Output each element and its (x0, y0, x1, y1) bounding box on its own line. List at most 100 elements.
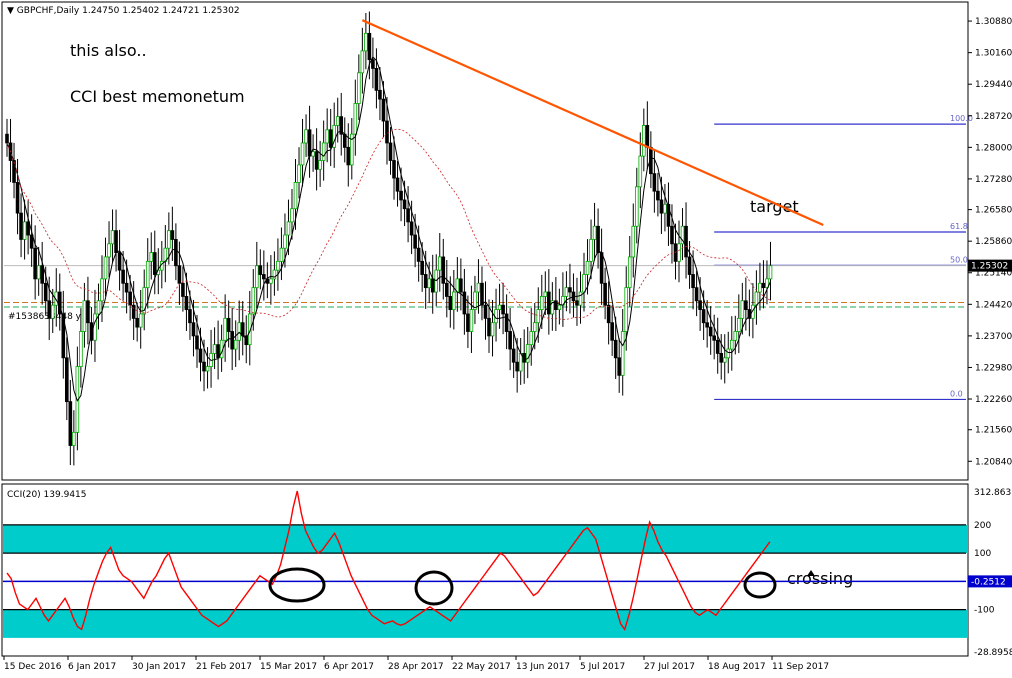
annotation-this-also: this also.. (70, 41, 147, 60)
x-tick-label: 13 Jun 2017 (516, 662, 570, 672)
candle-body (177, 265, 182, 284)
candle-body (381, 98, 386, 122)
highlight-ellipse (268, 567, 326, 603)
last-price-label: 1.25302 (971, 262, 1008, 272)
candle-body (744, 300, 748, 310)
candle-body (437, 256, 442, 271)
candle-body (360, 50, 365, 74)
candle-body (65, 357, 69, 403)
candle-body (645, 125, 650, 148)
candle-body (670, 225, 674, 245)
candle-body (297, 164, 301, 183)
candle-body (50, 304, 55, 319)
candle-body (191, 322, 196, 337)
candle-body (276, 260, 280, 271)
candle-body (610, 322, 614, 341)
candle-body (416, 247, 421, 262)
price-tick-label: 1.30880 (975, 17, 1012, 27)
candle-body (687, 256, 692, 275)
price-tick-label: 1.29440 (975, 80, 1012, 90)
candle-body (300, 142, 305, 166)
x-tick-label: 6 Jan 2017 (68, 662, 116, 672)
candle-body (364, 32, 368, 52)
price-tick-label: 1.22980 (975, 363, 1012, 373)
dropdown-arrow-icon[interactable]: ▼ (7, 6, 14, 16)
candle-body (251, 287, 256, 315)
candle-body (19, 212, 23, 240)
candle-body (152, 252, 157, 275)
candle-body (286, 221, 291, 236)
candle-body (117, 252, 122, 271)
candle-body (719, 353, 724, 363)
candle-body (656, 190, 660, 201)
candle-body (145, 260, 150, 289)
price-tick-label: 1.27280 (975, 175, 1012, 185)
cci-max-label: 312.8637 (974, 488, 1012, 498)
candle-body (371, 59, 375, 69)
candle-body (367, 32, 372, 61)
candle-body (413, 234, 417, 249)
candle-body (620, 331, 625, 376)
candle-body (754, 291, 759, 306)
candle-body (715, 339, 720, 354)
candle-body (684, 225, 688, 258)
cci-oversold-band (3, 609, 968, 638)
candle-body (592, 225, 597, 240)
annotation-crossing: crossing (787, 569, 853, 588)
candle-body (233, 339, 238, 350)
candle-body (202, 361, 206, 372)
candle-body (638, 155, 643, 188)
candle-body (36, 265, 41, 280)
candle-body (606, 304, 611, 324)
candle-body (240, 322, 245, 337)
candle-body (283, 234, 287, 249)
candle-body (170, 230, 175, 240)
candle-body (167, 230, 171, 249)
candle-body (128, 291, 132, 306)
candle-body (582, 274, 586, 293)
candle-body (691, 274, 695, 289)
candle-body (223, 317, 227, 341)
candle-body (740, 300, 745, 319)
candle-body (659, 199, 664, 214)
candle-body (532, 322, 537, 332)
candle-body (290, 208, 294, 223)
candle-body (103, 256, 108, 280)
candle-body (279, 247, 284, 262)
candle-body (68, 401, 73, 446)
candle-body (79, 331, 83, 367)
candle-body (758, 282, 762, 293)
candle-body (627, 256, 632, 289)
candle-body (304, 129, 308, 144)
candle-body (536, 309, 541, 324)
candle-body (226, 317, 231, 332)
chart-canvas[interactable]: ▼ GBPCHF,Daily 1.24750 1.25402 1.24721 1… (0, 0, 1012, 678)
candle-body (149, 252, 154, 262)
candle-body (768, 265, 773, 280)
candle-body (722, 357, 727, 363)
candle-body (174, 239, 178, 267)
candle-body (269, 278, 273, 284)
x-tick-label: 21 Feb 2017 (196, 662, 252, 672)
candle-body (729, 339, 734, 350)
annotation-target: target (750, 197, 799, 216)
candle-body (110, 230, 115, 245)
candle-body (663, 203, 667, 214)
candle-body (100, 278, 104, 302)
symbol-title: GBPCHF,Daily (17, 6, 80, 16)
axis-layer: 1.30880 1.30160 1.29440 1.28720 1.28000 1.272… (3, 17, 1012, 672)
candle-body (677, 243, 681, 262)
candle-body (258, 265, 263, 275)
candle-body (452, 291, 456, 310)
candle-body (599, 252, 604, 284)
candle-body (634, 186, 639, 227)
candle-body (508, 331, 512, 350)
candle-body (539, 296, 544, 310)
candle-body (420, 260, 424, 275)
candle-body (346, 146, 351, 166)
candle-body (483, 304, 488, 319)
candle-body (262, 274, 266, 280)
candle-body (353, 103, 358, 135)
fibonacci-label: 50.0 (950, 255, 968, 264)
cci-level-label: 200 (974, 521, 991, 531)
